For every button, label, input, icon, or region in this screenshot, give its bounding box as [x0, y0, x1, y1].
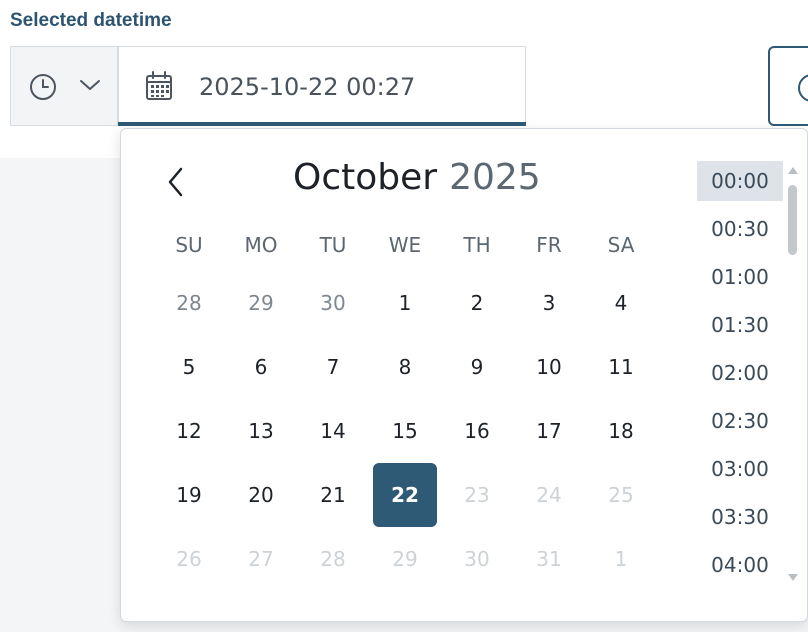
- calendar-day[interactable]: 18: [589, 399, 653, 463]
- time-list-scrollbar-thumb[interactable]: [788, 185, 797, 255]
- calendar-day[interactable]: 5: [157, 335, 221, 399]
- calendar-day[interactable]: 7: [301, 335, 365, 399]
- time-option[interactable]: 01:00: [697, 257, 783, 297]
- calendar-day[interactable]: 28: [301, 527, 365, 591]
- calendar-day[interactable]: 12: [157, 399, 221, 463]
- calendar-day[interactable]: 16: [445, 399, 509, 463]
- calendar-day[interactable]: 25: [589, 463, 653, 527]
- time-option[interactable]: 01:30: [697, 305, 783, 345]
- weekday-header: SA: [607, 233, 635, 257]
- time-option[interactable]: 03:30: [697, 497, 783, 537]
- calendar-day[interactable]: 14: [301, 399, 365, 463]
- time-option[interactable]: 02:30: [697, 401, 783, 441]
- clock-icon: [29, 73, 57, 105]
- time-option-selected[interactable]: 00:00: [697, 161, 783, 201]
- calendar-day[interactable]: 21: [301, 463, 365, 527]
- calendar-day[interactable]: 6: [229, 335, 293, 399]
- datetime-input[interactable]: 2025-10-22 00:27: [118, 46, 526, 126]
- month-year-title: October 2025: [293, 157, 541, 198]
- chevron-left-icon: [168, 167, 183, 197]
- time-option[interactable]: 02:00: [697, 353, 783, 393]
- calendar-day[interactable]: 2: [445, 271, 509, 335]
- calendar-day[interactable]: 8: [373, 335, 437, 399]
- mode-toggle-button[interactable]: [10, 46, 118, 126]
- calendar-day[interactable]: 3: [517, 271, 581, 335]
- weekday-header: WE: [388, 233, 422, 257]
- calendar-day[interactable]: 31: [517, 527, 581, 591]
- weekday-header: FR: [536, 233, 562, 257]
- calendar-day[interactable]: 26: [157, 527, 221, 591]
- calendar-day[interactable]: 30: [301, 271, 365, 335]
- calendar-icon: [145, 71, 173, 105]
- time-option[interactable]: 03:00: [697, 449, 783, 489]
- time-option[interactable]: 04:00: [697, 545, 783, 585]
- calendar-day[interactable]: 29: [229, 271, 293, 335]
- field-label: Selected datetime: [10, 10, 172, 31]
- search-icon: [798, 74, 808, 102]
- calendar-day[interactable]: 10: [517, 335, 581, 399]
- calendar-day[interactable]: 29: [373, 527, 437, 591]
- year-label: 2025: [449, 157, 541, 198]
- calendar-day[interactable]: 1: [373, 271, 437, 335]
- calendar-day[interactable]: 23: [445, 463, 509, 527]
- calendar-day[interactable]: 15: [373, 399, 437, 463]
- scroll-down-icon[interactable]: [787, 573, 799, 583]
- month-label: October: [293, 157, 438, 198]
- chevron-down-icon: [79, 77, 101, 97]
- weekday-header: MO: [244, 233, 278, 257]
- side-action-button[interactable]: [768, 46, 808, 126]
- calendar-day[interactable]: 4: [589, 271, 653, 335]
- calendar-day[interactable]: 30: [445, 527, 509, 591]
- calendar-day[interactable]: 17: [517, 399, 581, 463]
- time-option[interactable]: 00:30: [697, 209, 783, 249]
- calendar-day[interactable]: 24: [517, 463, 581, 527]
- calendar-day[interactable]: 1: [589, 527, 653, 591]
- calendar-day[interactable]: 19: [157, 463, 221, 527]
- previous-month-button[interactable]: [163, 165, 191, 199]
- datetime-picker-popup: October 2025 SU MO TU WE TH FR SA 28 29 30 1 2 3 4 5 6 7 8…: [120, 128, 808, 622]
- input-focus-underline: [118, 122, 526, 126]
- weekday-header: SU: [175, 233, 203, 257]
- calendar-day-selected[interactable]: 22: [373, 463, 437, 527]
- time-list[interactable]: 00:00 00:30 01:00 01:30 02:00 02:30 03:00 03:30…: [697, 161, 783, 591]
- calendar-day[interactable]: 28: [157, 271, 221, 335]
- weekday-header: TU: [319, 233, 347, 257]
- calendar-day[interactable]: 9: [445, 335, 509, 399]
- calendar-day[interactable]: 13: [229, 399, 293, 463]
- calendar-day[interactable]: 11: [589, 335, 653, 399]
- calendar-day[interactable]: 20: [229, 463, 293, 527]
- weekday-header: TH: [463, 233, 491, 257]
- datetime-value: 2025-10-22 00:27: [199, 73, 416, 101]
- calendar-day[interactable]: 27: [229, 527, 293, 591]
- scroll-up-icon[interactable]: [787, 165, 799, 175]
